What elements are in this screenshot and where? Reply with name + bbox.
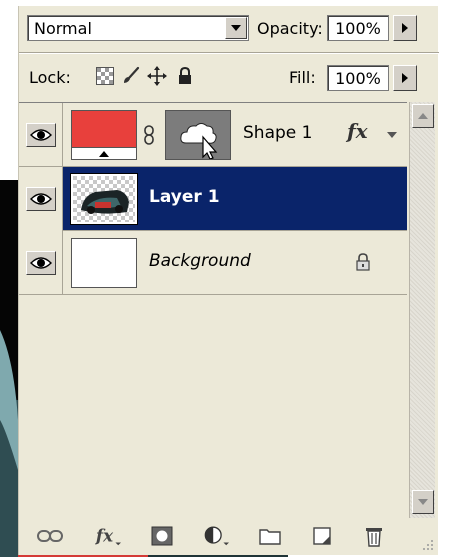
- car-image-thumbnail: [73, 176, 135, 222]
- opacity-slider-button[interactable]: [393, 15, 417, 41]
- layers-panel: Normal Opacity: 100% Lock: Fill: 100% Sh…: [18, 6, 439, 555]
- add-layer-style-fx-icon[interactable]: fx: [95, 524, 121, 548]
- visibility-toggle[interactable]: [25, 187, 56, 211]
- fill-label: Fill:: [289, 68, 316, 87]
- layer-thumbnail-background[interactable]: [71, 238, 137, 288]
- blend-opacity-row: Normal Opacity: 100%: [19, 6, 439, 52]
- layers-scrollbar[interactable]: [409, 102, 435, 518]
- layer-thumbnail-vector-mask[interactable]: [165, 110, 231, 160]
- scroll-down-button[interactable]: [412, 490, 434, 514]
- visibility-cell: [19, 103, 63, 167]
- fill-slider-button[interactable]: [393, 65, 417, 91]
- lock-fill-row: Lock: Fill: 100%: [19, 54, 439, 100]
- blend-mode-select[interactable]: Normal: [27, 15, 249, 41]
- arrow-right-icon: [402, 73, 408, 83]
- lock-label: Lock:: [29, 68, 71, 87]
- layer-effects-fx-icon[interactable]: fx: [347, 119, 368, 143]
- add-layer-mask-icon[interactable]: [149, 524, 175, 548]
- layer-thumbnail-layer-1[interactable]: [70, 173, 138, 225]
- visibility-cell: [19, 167, 63, 231]
- resize-grip-icon[interactable]: [421, 538, 435, 556]
- layers-list: Shape 1 fx Layer 1 Background: [19, 102, 407, 518]
- lock-pixels-brush-icon[interactable]: [121, 66, 141, 86]
- layer-row-shape-1[interactable]: Shape 1 fx: [19, 103, 407, 167]
- link-layers-icon[interactable]: [37, 524, 63, 548]
- layer-name-background[interactable]: Background: [149, 251, 251, 271]
- blend-mode-value: Normal: [34, 18, 92, 38]
- fill-input[interactable]: 100%: [327, 65, 389, 91]
- layer-name-shape-1[interactable]: Shape 1: [243, 123, 312, 143]
- opacity-label: Opacity:: [257, 19, 323, 38]
- lock-all-icon[interactable]: [175, 66, 195, 86]
- layer-thumbnail-shape-fill[interactable]: [71, 110, 137, 160]
- eye-icon: [29, 257, 52, 269]
- layer-row-background[interactable]: Background: [19, 231, 407, 295]
- background-lock-icon: [355, 253, 371, 275]
- new-layer-icon[interactable]: [309, 524, 335, 548]
- new-group-folder-icon[interactable]: [257, 524, 283, 548]
- layer-row-layer-1[interactable]: Layer 1: [19, 167, 407, 231]
- lock-transparency-icon[interactable]: [95, 66, 115, 86]
- eye-icon: [29, 193, 52, 205]
- eye-icon: [29, 129, 52, 141]
- lock-position-move-icon[interactable]: [147, 66, 167, 86]
- chevron-down-icon: [231, 25, 241, 31]
- visibility-cell: [19, 231, 63, 295]
- new-adjustment-layer-icon[interactable]: [203, 524, 229, 548]
- blend-mode-dropdown-button[interactable]: [225, 17, 247, 39]
- cloud-shape-icon: [180, 123, 218, 159]
- visibility-toggle[interactable]: [25, 123, 56, 147]
- arrow-down-icon: [418, 499, 428, 505]
- svg-text:fx: fx: [95, 526, 114, 546]
- expand-effects-chevron-icon[interactable]: [387, 132, 397, 138]
- layer-name-layer-1[interactable]: Layer 1: [149, 187, 220, 207]
- opacity-input[interactable]: 100%: [327, 15, 389, 41]
- arrow-up-icon: [418, 113, 428, 119]
- chain-link-icon[interactable]: [143, 125, 155, 149]
- scroll-up-button[interactable]: [412, 104, 434, 128]
- arrow-right-icon: [402, 23, 408, 33]
- delete-layer-trash-icon[interactable]: [361, 524, 387, 548]
- visibility-toggle[interactable]: [25, 251, 56, 275]
- layers-bottom-toolbar: fx: [19, 518, 439, 555]
